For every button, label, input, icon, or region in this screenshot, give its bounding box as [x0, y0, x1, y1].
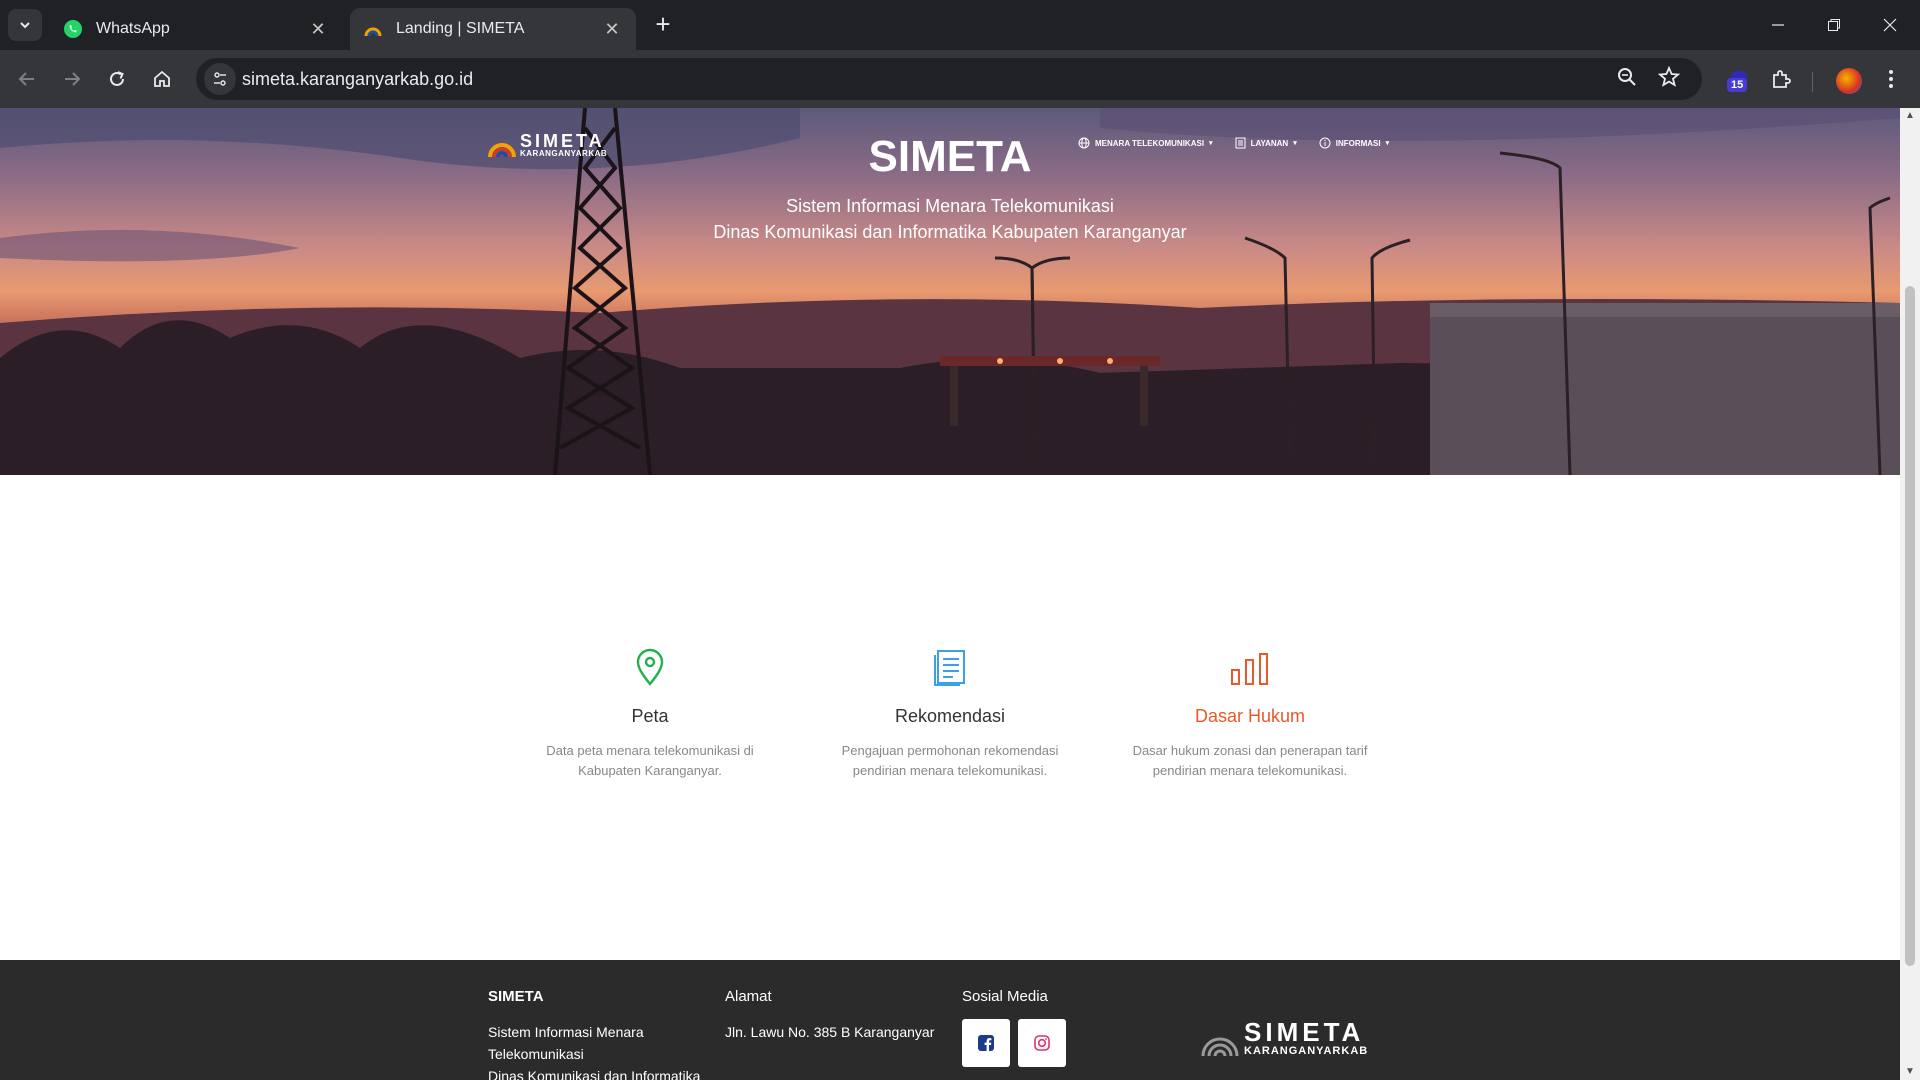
globe-icon — [1078, 137, 1090, 149]
feature-peta[interactable]: Peta Data peta menara telekomunikasi di … — [500, 638, 800, 781]
footer-text: Sistem Informasi Menara — [488, 1024, 644, 1040]
tab-whatsapp[interactable]: WhatsApp ✕ — [50, 8, 342, 50]
page-content: SIMETA KARANGANYARKAB SIMETA Sistem Info… — [0, 108, 1900, 1080]
zoom-icon — [1618, 68, 1636, 86]
close-icon[interactable]: ✕ — [306, 17, 330, 41]
arrow-right-icon — [65, 72, 81, 86]
tune-icon — [214, 72, 226, 86]
profile-avatar[interactable] — [1836, 68, 1862, 94]
home-icon — [154, 70, 170, 87]
site-footer: SIMETA Sistem Informasi Menara Telekomun… — [0, 960, 1900, 1080]
scroll-down-arrow[interactable]: ▼ — [1905, 1066, 1915, 1077]
feature-rekomendasi[interactable]: Rekomendasi Pengajuan permohonan rekomen… — [800, 638, 1100, 781]
nav-label: MENARA TELEKOMUNIKASI — [1095, 138, 1205, 148]
footer-logo-subtitle: KARANGANYARKAB — [1244, 1045, 1369, 1057]
toolbar-divider — [1812, 72, 1813, 92]
reload-icon — [110, 71, 124, 86]
feature-dasar-hukum[interactable]: Dasar Hukum Dasar hukum zonasi dan pener… — [1100, 638, 1400, 781]
tab-simeta[interactable]: Landing | SIMETA ✕ — [350, 8, 636, 50]
nav-item-menara-telekomunikasi[interactable]: MENARA TELEKOMUNIKASI ▾ — [1078, 137, 1213, 149]
back-button[interactable] — [10, 62, 44, 96]
simeta-favicon — [362, 18, 384, 40]
extensions-menu-button[interactable] — [1764, 62, 1798, 96]
nav-item-informasi[interactable]: INFORMASI ▾ — [1319, 137, 1389, 149]
more-vert-icon — [1889, 70, 1893, 88]
url-text: simeta.karanganyarkab.go.id — [242, 69, 474, 89]
document-icon — [934, 650, 965, 686]
whatsapp-icon — [62, 18, 84, 40]
forward-button[interactable] — [55, 62, 89, 96]
tab-search-button[interactable] — [8, 9, 42, 41]
footer-address: Alamat Jln. Lawu No. 385 B Karanganyar — [725, 988, 945, 1043]
new-tab-button[interactable]: + — [650, 11, 676, 38]
chevron-down-icon — [20, 22, 30, 29]
facebook-button[interactable] — [962, 1019, 1010, 1067]
hero-subtitle-line: Sistem Informasi Menara Telekomunikasi — [786, 196, 1114, 216]
facebook-icon — [978, 1035, 994, 1051]
tab-title: WhatsApp — [96, 20, 170, 37]
close-window-button[interactable] — [1862, 0, 1918, 50]
close-icon — [1883, 18, 1897, 32]
hero-banner: SIMETA KARANGANYARKAB SIMETA Sistem Info… — [0, 108, 1900, 475]
page-scrollbar[interactable]: ▲ ▼ — [1900, 108, 1920, 1080]
tab-title: Landing | SIMETA — [396, 20, 525, 37]
zoom-button[interactable] — [1616, 66, 1642, 92]
hero-subtitle-line: Dinas Komunikasi dan Informatika Kabupat… — [713, 222, 1187, 242]
feature-description: Data peta menara telekomunikasi di Kabup… — [546, 743, 754, 778]
footer-heading: SIMETA — [488, 988, 544, 1005]
scroll-up-arrow[interactable]: ▲ — [1905, 110, 1915, 121]
close-icon[interactable]: ✕ — [600, 17, 624, 41]
caret-down-icon: ▾ — [1293, 140, 1297, 147]
footer-about: SIMETA Sistem Informasi Menara Telekomun… — [488, 988, 708, 1080]
reload-button[interactable] — [100, 62, 134, 96]
footer-text: Jln. Lawu No. 385 B Karanganyar — [725, 1024, 935, 1040]
home-button[interactable] — [145, 62, 179, 96]
feature-title: Dasar Hukum — [1194, 706, 1306, 726]
bookmark-button[interactable] — [1657, 65, 1684, 92]
features-section: Peta Data peta menara telekomunikasi di … — [500, 638, 1400, 781]
minimize-icon — [1772, 24, 1784, 26]
nav-label: INFORMASI — [1335, 138, 1381, 148]
document-icon — [1235, 137, 1246, 149]
caret-down-icon: ▾ — [1385, 140, 1390, 147]
browser-toolbar: simeta.karanganyarkab.go.id — [0, 50, 1920, 108]
tab-bar: WhatsApp ✕ Landing | SIMETA ✕ + — [0, 0, 1920, 50]
instagram-button[interactable] — [1018, 1019, 1067, 1067]
nav-label: LAYANAN — [1250, 138, 1289, 148]
info-icon — [1319, 137, 1331, 149]
page-title: SIMETA — [868, 132, 1032, 181]
footer-logo: SIMETA KARANGANYARKAB — [1200, 1018, 1368, 1058]
minimize-button[interactable] — [1750, 0, 1806, 50]
map-pin-icon — [636, 648, 664, 686]
footer-social: Sosial Media — [962, 988, 1182, 1067]
caret-down-icon: ▾ — [1209, 140, 1213, 147]
simeta-logo-icon — [1201, 1037, 1239, 1057]
extension-badge: 15 — [1727, 78, 1748, 92]
instagram-icon — [1034, 1035, 1051, 1051]
restore-button[interactable] — [1806, 0, 1862, 50]
feature-title: Peta — [631, 706, 669, 726]
arrow-left-icon — [18, 72, 34, 86]
footer-heading: Sosial Media — [962, 988, 1048, 1005]
hero-subtitle: Sistem Informasi Menara Telekomunikasi D… — [0, 193, 1900, 245]
footer-heading: Alamat — [725, 988, 772, 1005]
site-info-button[interactable] — [204, 63, 236, 95]
main-nav: MENARA TELEKOMUNIKASI ▾ LAYANAN ▾ INFORM… — [1078, 137, 1389, 149]
puzzle-icon — [1773, 70, 1791, 88]
browser-menu-button[interactable] — [1874, 62, 1908, 96]
feature-description: Pengajuan permohonan rekomendasi pendiri… — [841, 743, 1059, 778]
address-bar[interactable]: simeta.karanganyarkab.go.id — [196, 58, 1702, 100]
star-icon — [1657, 65, 1681, 87]
footer-text: Dinas Komunikasi dan Informatika — [488, 1068, 701, 1080]
scrollbar-thumb[interactable] — [1905, 286, 1915, 966]
bar-chart-icon — [1231, 653, 1268, 685]
footer-logo-title: SIMETA — [1244, 1017, 1365, 1047]
feature-title: Rekomendasi — [894, 706, 1006, 726]
footer-text: Telekomunikasi — [488, 1046, 584, 1062]
nav-item-layanan[interactable]: LAYANAN ▾ — [1235, 137, 1297, 149]
restore-icon — [1828, 19, 1840, 31]
feature-description: Dasar hukum zonasi dan penerapan tarif p… — [1132, 743, 1368, 778]
